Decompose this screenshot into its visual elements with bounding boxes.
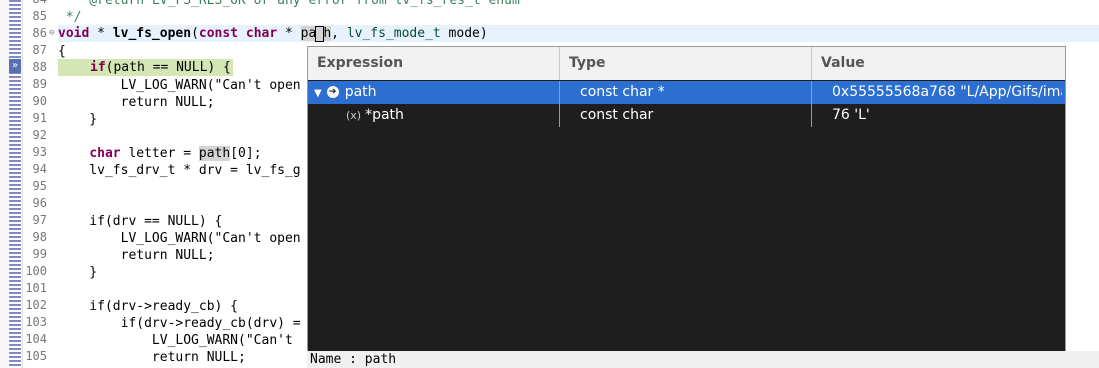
line-number-gutter[interactable]: 84 85 86 ⊖ 87 88 89 90 91 92 93 94 95 96… [23, 0, 58, 368]
line-number: 105 [25, 349, 47, 363]
line-number: 94 [32, 162, 47, 176]
code-token: , [331, 26, 347, 41]
code-token: ( [191, 26, 199, 41]
line-number: 103 [25, 315, 47, 329]
column-divider [811, 81, 812, 104]
expression-cell: ▼ ➔ path [314, 81, 554, 104]
value-cell: 76 'L' [832, 107, 870, 123]
code-line[interactable]: * @return LV_FS_RES_OK or any error from… [58, 0, 1099, 9]
value-cell: 0x55555568a768 "L/App/Gifs/image [832, 84, 1062, 100]
field-icon: (x) [346, 109, 362, 122]
line-number: 89 [32, 77, 47, 91]
line-number: 98 [32, 230, 47, 244]
hovered-identifier[interactable]: pa h [300, 25, 332, 42]
line-number: 93 [32, 145, 47, 159]
type-cell: const char [580, 107, 654, 123]
code-token: h [323, 26, 332, 41]
code-token: pa [300, 26, 317, 41]
line-number: 86 [32, 26, 47, 40]
expression-name: *path [365, 107, 404, 123]
table-row[interactable]: (x) *path const char 76 'L' [308, 104, 1065, 127]
keyword: void [58, 26, 90, 41]
overview-ruler[interactable]: » [0, 0, 23, 368]
line-number: 96 [32, 196, 47, 210]
keyword: if [90, 60, 106, 75]
ruler-stripe [9, 0, 21, 368]
fold-collapse-icon[interactable]: ⊖ [49, 28, 54, 38]
code-token: letter = [120, 146, 199, 161]
keyword: char [245, 26, 278, 41]
column-divider [559, 81, 560, 104]
instruction-pointer-icon: » [9, 59, 21, 73]
type-cell: const char * [580, 84, 665, 100]
type-name: lv_fs_mode_t [346, 26, 441, 41]
line-number: 84 [23, 0, 47, 6]
line-number: 88 [32, 60, 47, 74]
line-number: 92 [32, 128, 47, 142]
line-number: 85 [32, 9, 47, 23]
line-number: 95 [32, 179, 47, 193]
line-number: 97 [32, 213, 47, 227]
code-token: mode) [440, 26, 488, 41]
code-token: * [89, 26, 113, 41]
column-header-expression[interactable]: Expression [308, 47, 560, 80]
column-header-value[interactable]: Value [812, 47, 1065, 80]
column-divider [811, 104, 812, 127]
expression-cell: (x) *path [346, 104, 556, 127]
line-number: 101 [25, 281, 47, 295]
line-number: 91 [32, 111, 47, 125]
line-number: 99 [32, 247, 47, 261]
function-name: lv_fs_open [112, 26, 192, 41]
code-line[interactable]: */ [58, 9, 1099, 26]
variable-hover-popup[interactable]: Expression Type Value ▼ ➔ path const char … [307, 46, 1066, 353]
line-number: 100 [25, 264, 47, 278]
code-line-current[interactable]: void * lv_fs_open(const char * pa h, lv_f… [58, 25, 1099, 42]
execution-highlight: if(path == NULL) { [58, 59, 233, 76]
line-number: 102 [25, 298, 47, 312]
hover-status-line: Name : path [307, 351, 1099, 368]
occurrence-highlight: path [198, 146, 231, 161]
column-header-type[interactable]: Type [560, 47, 812, 80]
expression-table-header: Expression Type Value [308, 47, 1065, 80]
code-token: (path == NULL) { [105, 60, 231, 75]
keyword: char [89, 146, 121, 161]
code-token: * [277, 26, 301, 41]
line-number: 104 [25, 332, 47, 346]
variable-icon: ➔ [326, 86, 339, 98]
table-row-selected[interactable]: ▼ ➔ path const char * 0x55555568a768 "L/Ap… [308, 81, 1065, 104]
expand-arrow-icon[interactable]: ▼ [314, 82, 322, 104]
keyword: const [198, 26, 239, 41]
code-token: [0]; [230, 146, 262, 161]
column-divider [559, 104, 560, 127]
line-number: 87 [32, 43, 47, 57]
line-number: 90 [32, 94, 47, 108]
expression-name: path [344, 84, 377, 100]
